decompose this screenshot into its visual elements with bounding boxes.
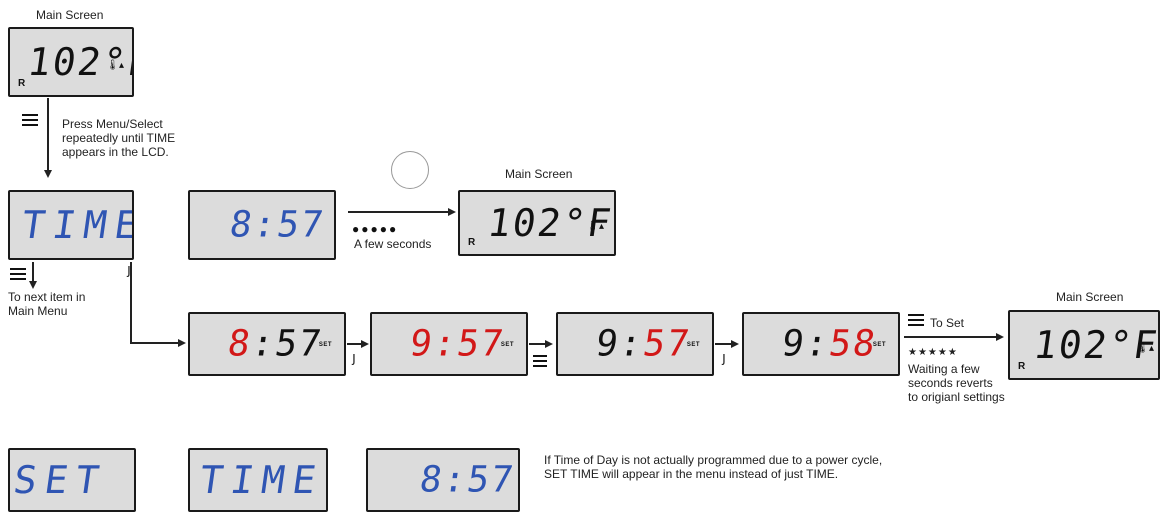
clock-display: 8:57 [227, 204, 328, 246]
r-indicator: R [468, 237, 476, 248]
clock-display: 8:57 [417, 459, 518, 501]
to-set-label: To Set [930, 316, 965, 330]
arrow-icon [545, 340, 553, 348]
main-screen-label-middle: Main Screen [505, 167, 573, 181]
power-cycle-note: If Time of Day is not actually programme… [544, 453, 883, 481]
connector-vertical [130, 262, 132, 344]
next-item-label: To next item in Main Menu [8, 290, 86, 318]
clock-step-2: 9:57 [407, 323, 508, 365]
time-word-display: TIME [18, 203, 134, 247]
lcd-clock-bottom: 8:57 [366, 448, 520, 512]
r-indicator: R [1018, 361, 1026, 372]
set-tag: SET [318, 342, 332, 348]
connector-horizontal [130, 342, 180, 344]
lcd-clock-blue: 8:57 [188, 190, 336, 260]
lcd-main-screen-top: 102°F 🌡▴ R [8, 27, 134, 97]
arrow-icon [996, 333, 1004, 341]
arrow-icon [448, 208, 456, 216]
arrow-line-right-5 [904, 336, 998, 338]
light-hook-icon: ȷ [722, 350, 726, 366]
menu-icon [908, 314, 924, 329]
thermometer-icon: 🌡▴ [586, 221, 604, 232]
clock-step-4: 9:58 [779, 323, 880, 365]
arrow-line-down-2 [32, 262, 34, 282]
set-tag: SET [686, 342, 700, 348]
few-seconds-label: A few seconds [354, 237, 432, 251]
clock-step-1: 8:57 [225, 323, 326, 365]
set-tag: SET [500, 342, 514, 348]
menu-icon [22, 114, 38, 129]
set-word-display: SET [10, 458, 110, 502]
lcd-main-screen-right: 102°F 🌡▴ R [1008, 310, 1160, 380]
clock-step-3: 9:57 [593, 323, 694, 365]
lcd-set-word: SET [8, 448, 136, 512]
stars: ★★★★★ [908, 347, 958, 358]
arrow-line-down-1 [47, 98, 49, 170]
arrow-line-right-1 [348, 211, 450, 213]
menu-icon [533, 355, 547, 370]
thermometer-icon: 🌡▴ [106, 60, 124, 71]
main-screen-label-top: Main Screen [36, 8, 104, 22]
arrow-icon [361, 340, 369, 348]
time-word-display: TIME [196, 458, 327, 502]
press-menu-instructions: Press Menu/Select repeatedly until TIME … [62, 117, 176, 159]
arrow-icon [44, 170, 52, 178]
lcd-set-step-1: 8:57 SET [188, 312, 346, 376]
wait-dots: ●●●●● [352, 222, 399, 236]
main-screen-label-right: Main Screen [1056, 290, 1124, 304]
lcd-set-step-3: 9:57 SET [556, 312, 714, 376]
arrow-icon [731, 340, 739, 348]
lcd-main-screen-middle: 102°F 🌡▴ R [458, 190, 616, 256]
thermometer-icon: 🌡▴ [1136, 343, 1154, 354]
lcd-set-step-2: 9:57 SET [370, 312, 528, 376]
light-hook-icon: ȷ [352, 350, 356, 366]
r-indicator: R [18, 78, 26, 89]
decorative-circle [391, 151, 429, 189]
waiting-label: Waiting a few seconds reverts to origian… [908, 362, 1005, 404]
set-tag: SET [872, 342, 886, 348]
lcd-set-step-4: 9:58 SET [742, 312, 900, 376]
menu-icon [10, 268, 26, 283]
arrow-icon [178, 339, 186, 347]
arrow-icon [29, 281, 37, 289]
lcd-time-word-bottom: TIME [188, 448, 328, 512]
lcd-time-word: TIME [8, 190, 134, 260]
